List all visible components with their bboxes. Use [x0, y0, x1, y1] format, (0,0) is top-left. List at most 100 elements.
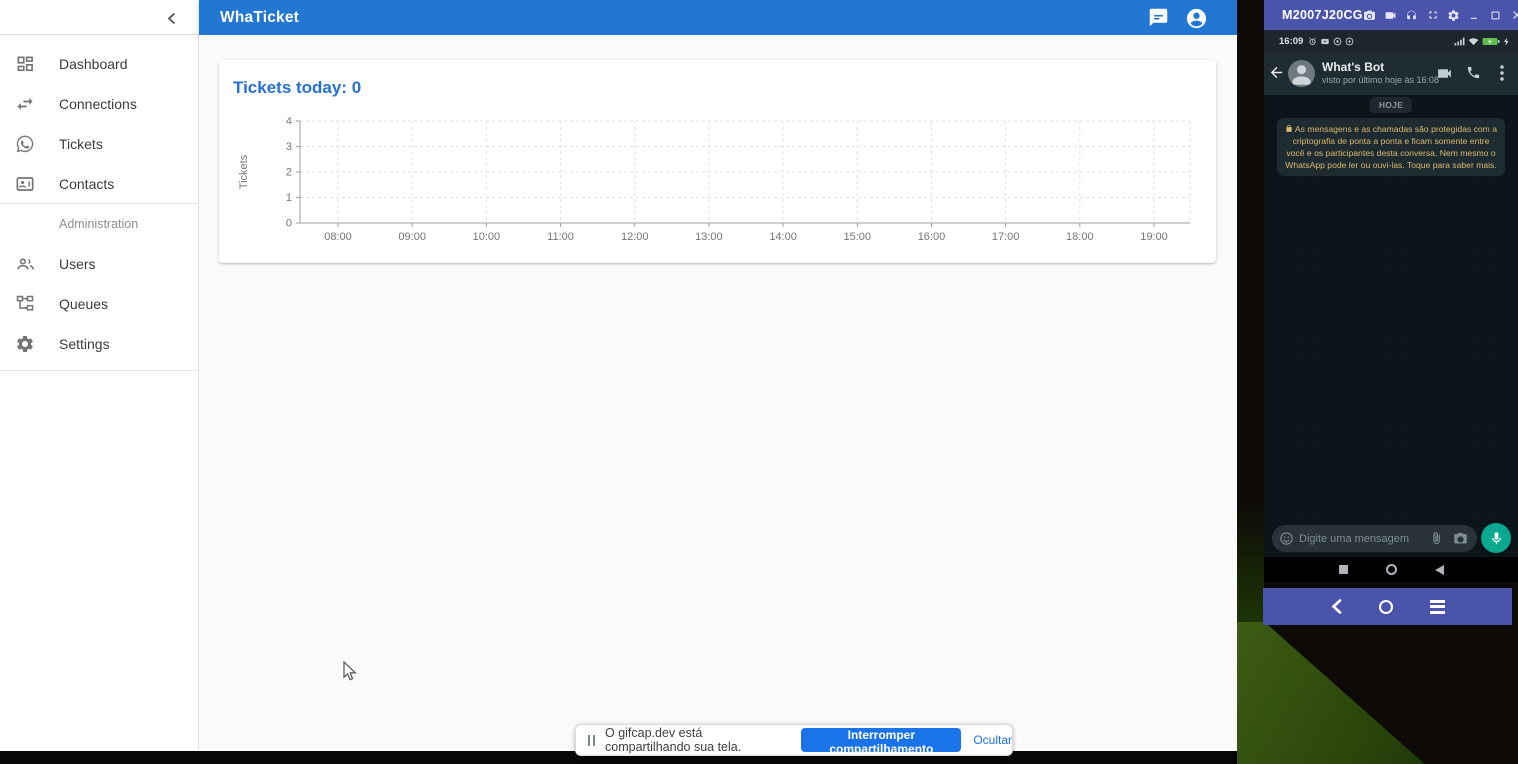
- toolbar-menu-icon[interactable]: [1430, 600, 1445, 614]
- attach-paperclip-icon[interactable]: [1429, 531, 1444, 546]
- svg-text:4: 4: [286, 116, 292, 128]
- svg-text:3: 3: [286, 141, 292, 153]
- sidebar-item-queues[interactable]: Queues: [0, 284, 198, 324]
- phone-window-title: M2007J20CG: [1282, 8, 1363, 22]
- settings-gear-icon[interactable]: [1447, 8, 1461, 22]
- camera-icon[interactable]: [1453, 531, 1468, 546]
- sidebar-item-label: Users: [59, 256, 96, 272]
- toolbar-home-icon[interactable]: [1379, 600, 1393, 614]
- dashboard-icon: [14, 53, 36, 75]
- svg-text:15:00: 15:00: [844, 231, 872, 243]
- minimize-window-icon[interactable]: [1468, 8, 1482, 22]
- signal-icon: [1454, 37, 1465, 46]
- sidebar-item-dashboard[interactable]: Dashboard: [0, 44, 198, 84]
- status-time: 16:09: [1279, 36, 1303, 47]
- tree-icon: [14, 293, 36, 315]
- sidebar-header: [0, 0, 199, 35]
- chart-svg: 0123408:0009:0010:0011:0012:0013:0014:00…: [231, 108, 1206, 250]
- emoji-icon[interactable]: [1279, 531, 1294, 546]
- headset-audio-icon[interactable]: [1405, 8, 1419, 22]
- video-call-icon[interactable]: [1436, 65, 1454, 83]
- screenshot-camera-icon[interactable]: [1363, 8, 1377, 22]
- kebab-menu-icon[interactable]: [1500, 65, 1510, 83]
- android-status-bar: 16:09: [1264, 30, 1518, 52]
- record-video-icon[interactable]: [1384, 8, 1398, 22]
- svg-text:19:00: 19:00: [1140, 231, 1168, 243]
- toolbar-back-icon[interactable]: [1331, 599, 1342, 614]
- contact-name[interactable]: What's Bot: [1322, 60, 1384, 74]
- mouse-cursor: [343, 661, 358, 687]
- app-title: WhaTicket: [220, 9, 299, 27]
- screen: Dashboard Connections Tickets Contacts A…: [0, 0, 1518, 764]
- sidebar-collapse-button[interactable]: [158, 8, 184, 28]
- svg-text:16:00: 16:00: [918, 231, 946, 243]
- recents-square-icon[interactable]: [1339, 565, 1348, 574]
- sidebar-item-label: Settings: [59, 336, 110, 352]
- svg-text:Tickets: Tickets: [238, 154, 250, 189]
- close-window-icon[interactable]: [1510, 8, 1518, 22]
- sidebar-item-users[interactable]: Users: [0, 244, 198, 284]
- voice-call-icon[interactable]: [1466, 65, 1484, 83]
- phone-toolbar: [1263, 588, 1512, 625]
- encryption-notice-text: As mensagens e as chamadas são protegida…: [1285, 124, 1497, 170]
- pause-icon[interactable]: [588, 735, 595, 746]
- sidebar-section-administration: Administration: [59, 217, 138, 231]
- svg-text:09:00: 09:00: [398, 231, 426, 243]
- input-placeholder: Digite uma mensagem: [1299, 533, 1429, 545]
- chat-bubble-icon[interactable]: [1148, 7, 1170, 29]
- contact-avatar[interactable]: [1288, 60, 1315, 87]
- date-badge: HOJE: [1370, 97, 1412, 113]
- hide-share-bar-link[interactable]: Ocultar: [973, 733, 1012, 747]
- sidebar-item-tickets[interactable]: Tickets: [0, 124, 198, 164]
- svg-text:13:00: 13:00: [695, 231, 723, 243]
- svg-text:11:00: 11:00: [547, 231, 574, 243]
- svg-text:18:00: 18:00: [1066, 231, 1094, 243]
- svg-text:14:00: 14:00: [769, 231, 797, 243]
- back-triangle-icon[interactable]: [1435, 565, 1444, 575]
- back-arrow-icon[interactable]: [1268, 64, 1286, 82]
- home-circle-icon[interactable]: [1386, 564, 1397, 575]
- swap-arrows-icon: [14, 93, 36, 115]
- contact-card-icon: [14, 173, 36, 195]
- sidebar-item-label: Dashboard: [59, 56, 128, 72]
- chart-title: Tickets today: 0: [233, 78, 361, 98]
- sidebar-item-label: Contacts: [59, 176, 114, 192]
- svg-text:2: 2: [286, 167, 292, 179]
- encryption-notice[interactable]: As mensagens e as chamadas são protegida…: [1277, 118, 1505, 176]
- account-circle-icon[interactable]: [1185, 7, 1207, 29]
- tickets-chart-card: Tickets today: 0 0123408:0009:0010:0011:…: [219, 60, 1216, 263]
- stop-sharing-button[interactable]: Interromper compartilhamento: [801, 728, 961, 752]
- svg-text:17:00: 17:00: [992, 231, 1020, 243]
- android-nav-bar: [1264, 557, 1518, 582]
- svg-text:10:00: 10:00: [473, 231, 501, 243]
- svg-text:12:00: 12:00: [621, 231, 649, 243]
- app-header: WhaTicket: [199, 0, 1237, 35]
- chat-area: HOJE As mensagens e as chamadas são prot…: [1264, 95, 1518, 557]
- mic-button[interactable]: [1481, 523, 1511, 553]
- alarm-icon: [1308, 37, 1317, 46]
- sidebar-item-connections[interactable]: Connections: [0, 84, 198, 124]
- sidebar-item-label: Connections: [59, 96, 137, 112]
- youtube-icon: [1320, 37, 1330, 46]
- sidebar-item-label: Tickets: [59, 136, 103, 152]
- lock-icon: [1285, 124, 1293, 133]
- sidebar-item-contacts[interactable]: Contacts: [0, 164, 198, 204]
- sidebar: Dashboard Connections Tickets Contacts A…: [0, 0, 199, 750]
- sidebar-divider: [0, 370, 198, 371]
- sidebar-divider: [0, 203, 198, 204]
- sidebar-item-settings[interactable]: Settings: [0, 324, 198, 364]
- svg-text:1: 1: [286, 192, 292, 204]
- charging-icon: [1503, 37, 1510, 46]
- app-notification-icon: [1333, 37, 1342, 46]
- whatsapp-icon: [14, 133, 36, 155]
- chevron-left-icon: [167, 12, 176, 25]
- svg-text:0: 0: [286, 218, 292, 230]
- screen-share-bar: O gifcap.dev está compartilhando sua tel…: [575, 724, 1013, 756]
- phone-mirror-window: M2007J20CG 16:09: [1264, 0, 1518, 582]
- fullscreen-icon[interactable]: [1426, 8, 1440, 22]
- maximize-window-icon[interactable]: [1489, 8, 1503, 22]
- message-input[interactable]: Digite uma mensagem: [1272, 525, 1477, 552]
- tickets-chart: 0123408:0009:0010:0011:0012:0013:0014:00…: [231, 108, 1206, 255]
- battery-icon: [1482, 37, 1500, 46]
- main-content: Tickets today: 0 0123408:0009:0010:0011:…: [199, 35, 1237, 750]
